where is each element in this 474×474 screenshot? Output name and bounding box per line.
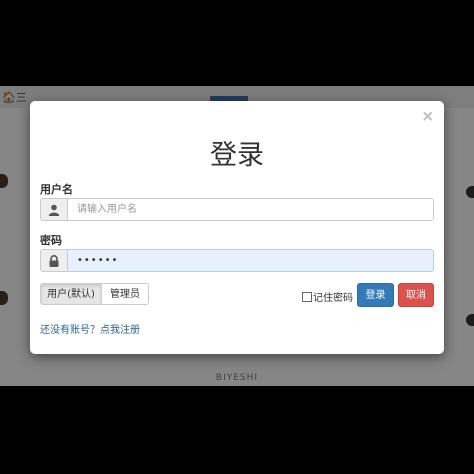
password-value: •••••• [77,255,119,266]
password-label: 密码 [40,234,62,247]
role-user-button[interactable]: 用户(默认) [40,283,102,305]
username-input-group: 请输入用户名 [40,198,434,221]
username-input[interactable]: 请输入用户名 [67,198,434,221]
modal-title: 登录 [210,140,264,171]
register-link[interactable]: 还没有账号？点我注册 [40,321,140,336]
password-addon [40,249,68,272]
remember-label: 记住密码 [313,293,353,304]
login-button[interactable]: 登录 [357,283,394,307]
user-icon [48,204,60,216]
username-label: 用户名 [40,183,73,196]
password-input[interactable]: •••••• [67,249,434,272]
role-admin-button[interactable]: 管理员 [101,283,149,305]
username-addon [40,198,68,221]
password-input-group: •••••• [40,249,434,272]
remember-checkbox[interactable] [302,292,312,302]
remember-password[interactable]: 记住密码 [302,289,353,304]
username-placeholder: 请输入用户名 [77,204,137,215]
login-modal: × 登录 用户名 请输入用户名 密码 •••••• 用户(默认) 管理员 记住密… [30,101,444,354]
close-button[interactable]: × [421,109,434,124]
cancel-button[interactable]: 取消 [398,283,434,307]
lock-icon [49,255,59,267]
